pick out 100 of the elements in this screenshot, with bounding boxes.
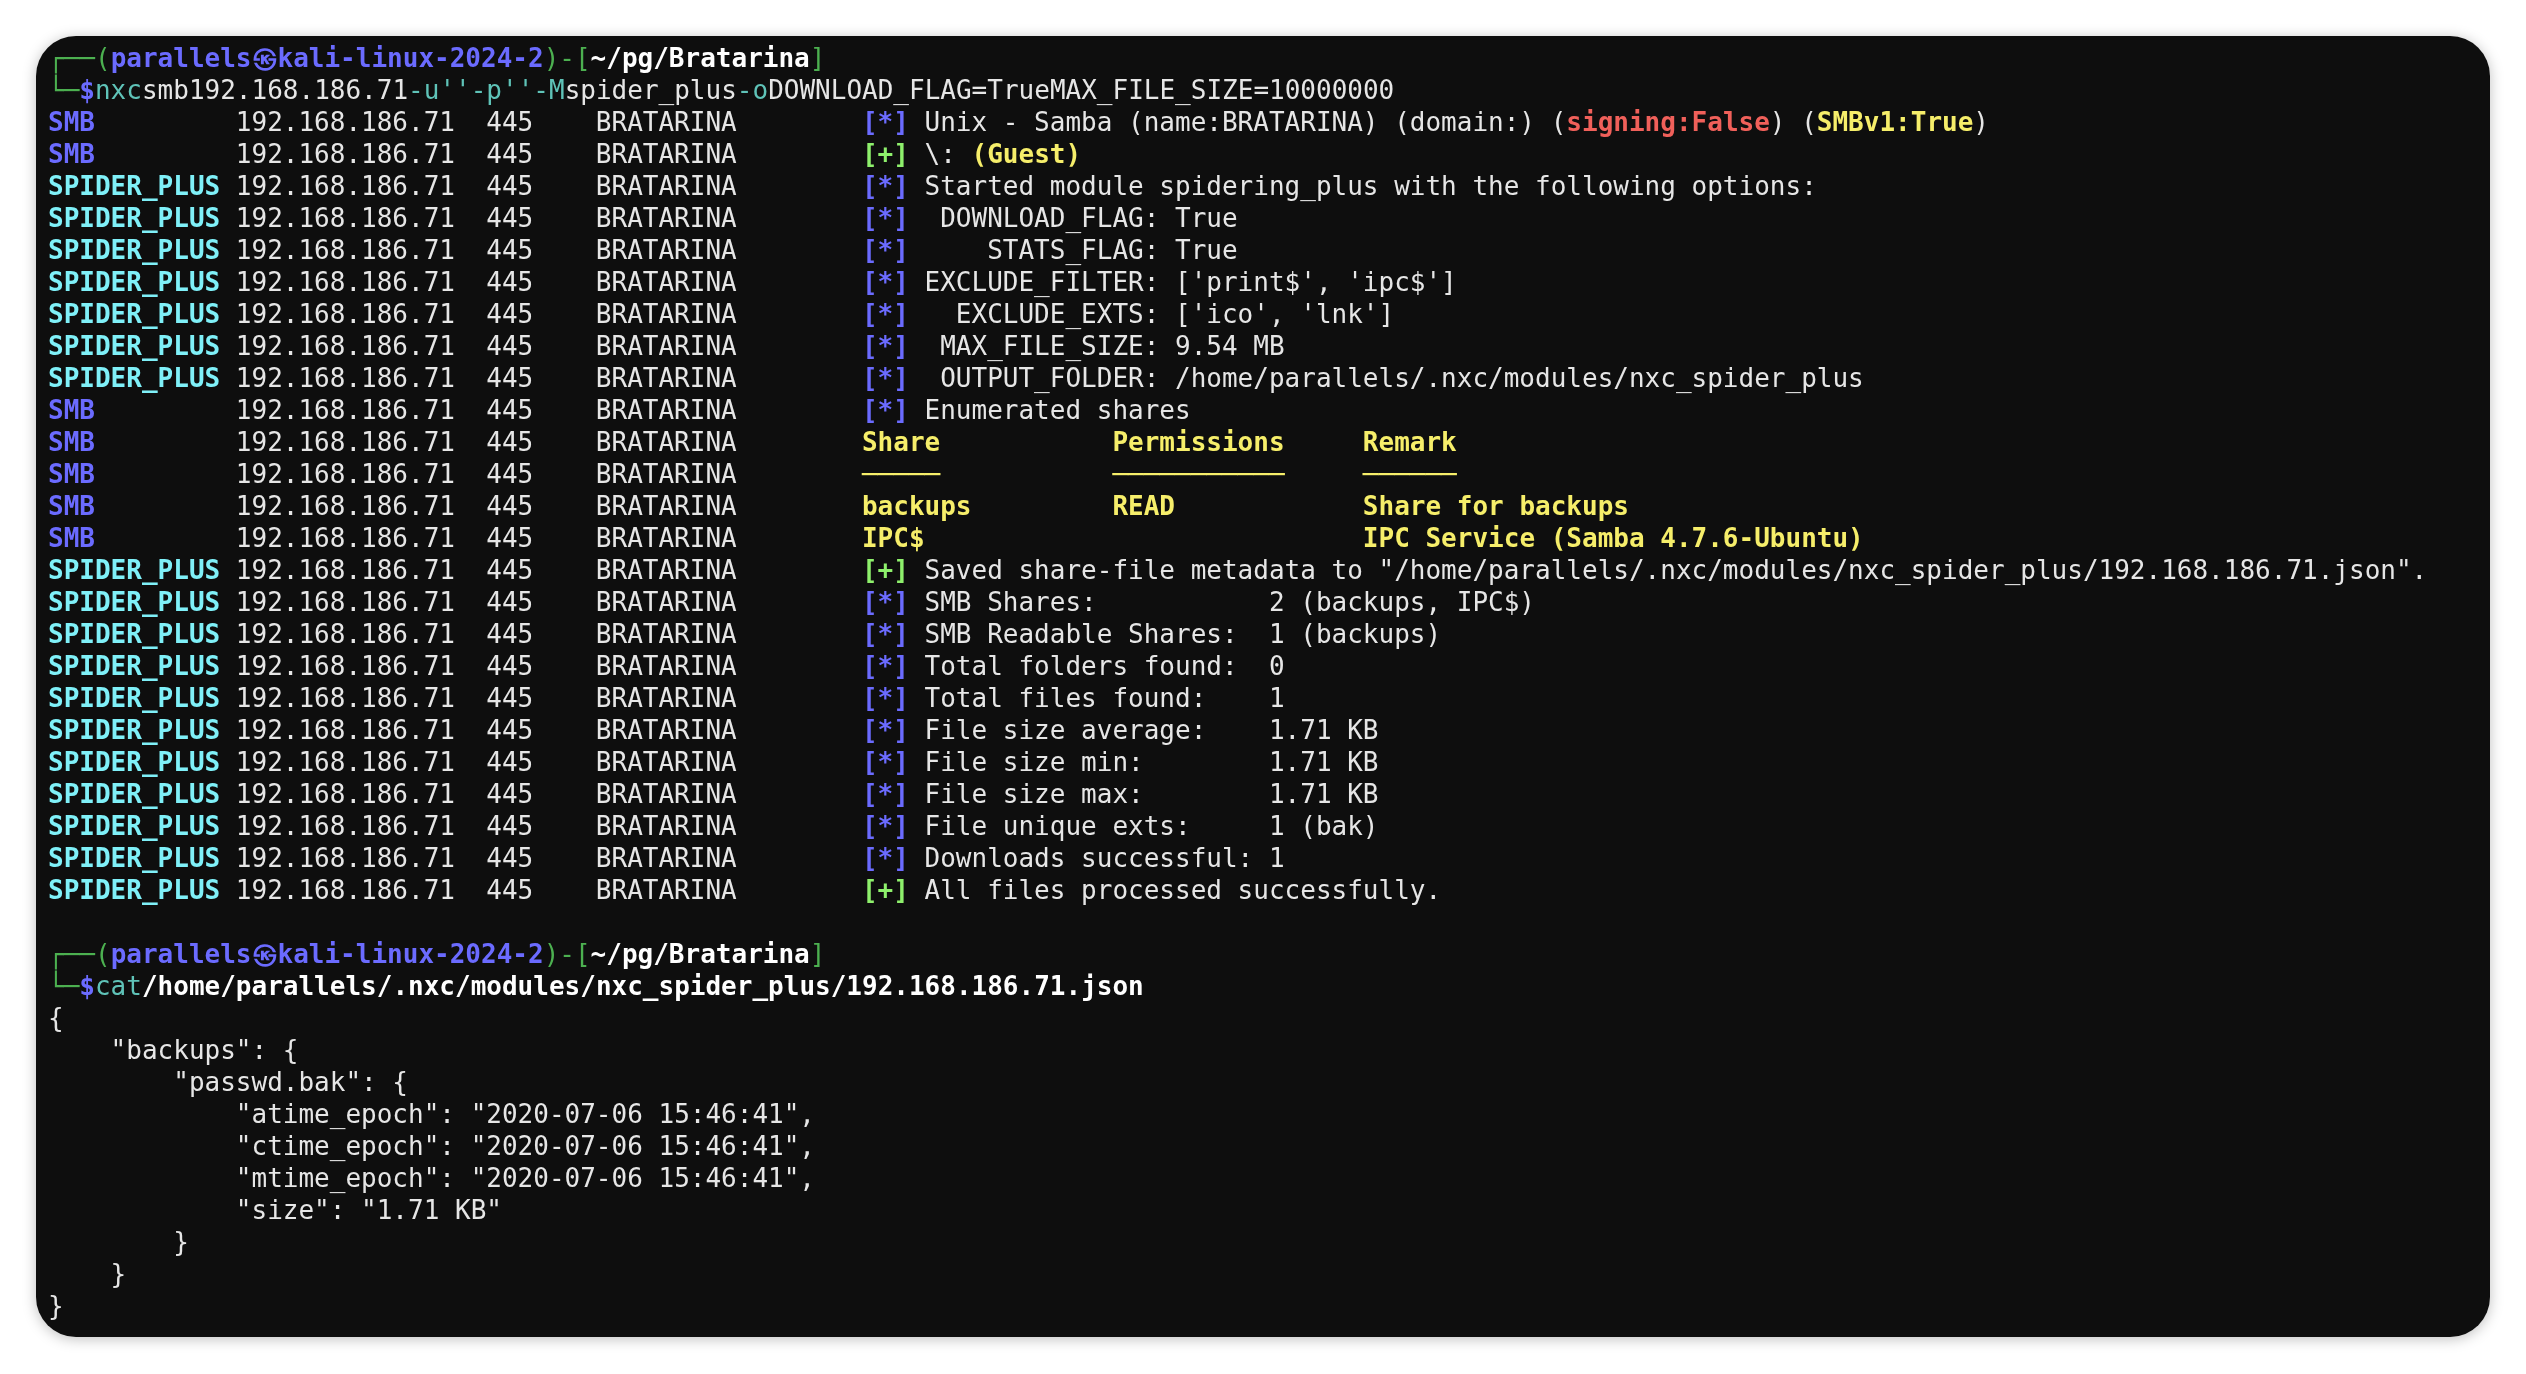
port-number: 445 [486, 170, 535, 202]
status-marker: [*] [861, 586, 910, 618]
ip-address: 192.168.186.71 [235, 842, 456, 874]
log-message: OUTPUT_FOLDER: /home/parallels/.nxc/modules/nxc_spider_plus [939, 362, 1864, 394]
host-name: BRATARINA [595, 266, 738, 298]
host-name: BRATARINA [595, 842, 738, 874]
output-text: { [48, 1002, 64, 1034]
module-label: SPIDER_PLUS [48, 874, 222, 906]
command-text: cat/home/parallels/.nxc/modules/nxc_spider_plus/192.168.186.71.json [94, 970, 1144, 1002]
ip-address: 192.168.186.71 [235, 330, 456, 362]
port-number: 445 [486, 522, 535, 554]
status-marker: [*] [861, 330, 910, 362]
log-message: SMB Shares: 2 (backups, IPC$) [924, 586, 1536, 618]
module-label: SPIDER_PLUS [48, 778, 222, 810]
module-label: SMB [48, 458, 96, 490]
ip-address: 192.168.186.71 [235, 170, 456, 202]
port-number: 445 [486, 586, 535, 618]
output-text: } [48, 1290, 64, 1322]
status-marker: [*] [861, 106, 910, 138]
port-number: 445 [486, 618, 535, 650]
log-message: File unique exts: 1 (bak) [924, 810, 1379, 842]
log-message: File size min: 1.71 KB [924, 746, 1379, 778]
output-text: "mtime_epoch": "2020-07-06 15:46:41", [234, 1162, 815, 1194]
module-label: SPIDER_PLUS [48, 618, 222, 650]
log-message: SMB Readable Shares: 1 (backups) [924, 618, 1442, 650]
port-number: 445 [486, 458, 535, 490]
module-label: SPIDER_PLUS [48, 170, 222, 202]
status-marker: [*] [861, 298, 910, 330]
ip-address: 192.168.186.71 [235, 682, 456, 714]
ip-address: 192.168.186.71 [235, 746, 456, 778]
status-marker: [*] [861, 810, 910, 842]
port-number: 445 [486, 138, 535, 170]
module-label: SMB [48, 106, 96, 138]
module-label: SPIDER_PLUS [48, 554, 222, 586]
port-number: 445 [486, 746, 535, 778]
host-name: BRATARINA [595, 682, 738, 714]
status-marker: [*] [861, 682, 910, 714]
log-message: Unix - Samba (name:BRATARINA) (domain:) (signing:False) (SMBv1:True) [924, 106, 1989, 138]
host-name: BRATARINA [595, 138, 738, 170]
output-text: } [109, 1258, 127, 1290]
module-label: SMB [48, 426, 96, 458]
port-number: 445 [486, 554, 535, 586]
log-message: Downloads successful: 1 [924, 842, 1285, 874]
status-marker: [*] [861, 842, 910, 874]
ip-address: 192.168.186.71 [235, 138, 456, 170]
log-message: DOWNLOAD_FLAG: True [939, 202, 1238, 234]
output-text: "atime_epoch": "2020-07-06 15:46:41", [234, 1098, 815, 1130]
ip-address: 192.168.186.71 [235, 714, 456, 746]
ip-address: 192.168.186.71 [235, 394, 456, 426]
ip-address: 192.168.186.71 [235, 458, 456, 490]
module-label: SPIDER_PLUS [48, 714, 222, 746]
log-message: EXCLUDE_FILTER: ['print$', 'ipc$'] [924, 266, 1457, 298]
module-label: SPIDER_PLUS [48, 362, 222, 394]
host-name: BRATARINA [595, 490, 738, 522]
remark-cell: IPC Service (Samba 4.7.6-Ubuntu) [1362, 522, 1864, 554]
ip-address: 192.168.186.71 [235, 490, 456, 522]
ip-address: 192.168.186.71 [235, 298, 456, 330]
status-marker: [*] [861, 170, 910, 202]
port-number: 445 [486, 650, 535, 682]
module-label: SPIDER_PLUS [48, 266, 222, 298]
port-number: 445 [486, 330, 535, 362]
log-message: Enumerated shares [924, 394, 1191, 426]
remark-cell: Share for backups [1362, 490, 1629, 522]
port-number: 445 [486, 202, 535, 234]
status-marker: [*] [861, 778, 910, 810]
log-message: Total files found: 1 [924, 682, 1285, 714]
port-number: 445 [486, 266, 535, 298]
log-message: File size max: 1.71 KB [924, 778, 1379, 810]
log-message: Saved share-file metadata to "/home/parallels/.nxc/modules/nxc_spider_plus/192.168.186.71.json". [924, 554, 2428, 586]
port-number: 445 [486, 810, 535, 842]
ip-address: 192.168.186.71 [235, 234, 456, 266]
module-label: SPIDER_PLUS [48, 202, 222, 234]
status-marker: [+] [861, 874, 910, 906]
permissions-cell: READ [1112, 491, 1175, 521]
host-name: BRATARINA [595, 362, 738, 394]
log-message: \: (Guest) [924, 138, 1082, 170]
ip-address: 192.168.186.71 [235, 650, 456, 682]
port-number: 445 [486, 778, 535, 810]
host-name: BRATARINA [595, 298, 738, 330]
output-text: "backups": { [109, 1034, 299, 1066]
ip-address: 192.168.186.71 [235, 554, 456, 586]
module-label: SMB [48, 138, 96, 170]
module-label: SPIDER_PLUS [48, 330, 222, 362]
remark-cell: ────── [1362, 458, 1457, 490]
log-message: STATS_FLAG: True [986, 234, 1238, 266]
host-name: BRATARINA [595, 522, 738, 554]
ip-address: 192.168.186.71 [235, 106, 456, 138]
ip-address: 192.168.186.71 [235, 266, 456, 298]
host-name: BRATARINA [595, 234, 738, 266]
module-label: SPIDER_PLUS [48, 586, 222, 618]
ip-address: 192.168.186.71 [235, 810, 456, 842]
share-cell: backups [861, 491, 972, 521]
module-label: SPIDER_PLUS [48, 682, 222, 714]
ip-address: 192.168.186.71 [235, 426, 456, 458]
module-label: SPIDER_PLUS [48, 650, 222, 682]
status-marker: [+] [861, 138, 910, 170]
host-name: BRATARINA [595, 810, 738, 842]
permissions-cell: ─────────── [1112, 459, 1285, 489]
ip-address: 192.168.186.71 [235, 202, 456, 234]
status-marker: [*] [861, 714, 910, 746]
